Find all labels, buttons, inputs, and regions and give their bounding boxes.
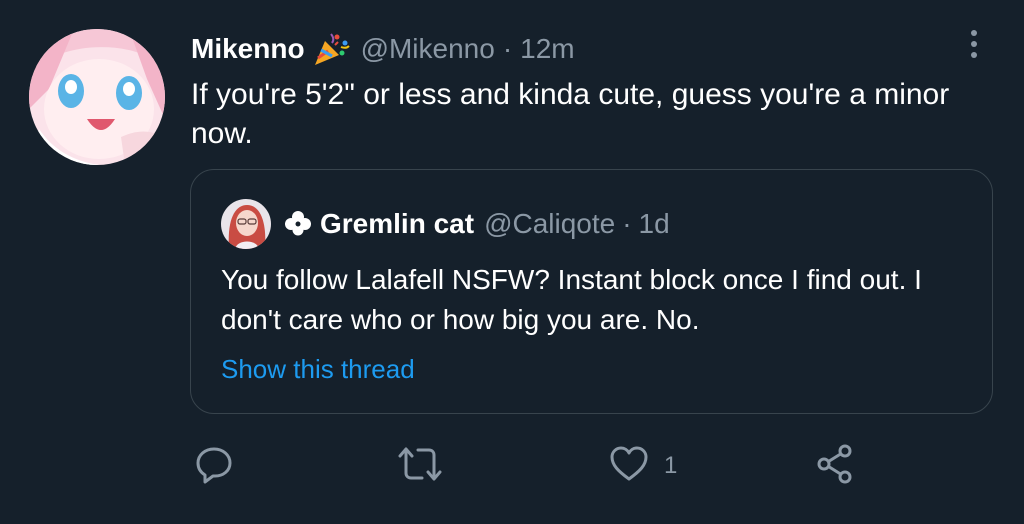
like-count: 1 [664, 452, 678, 479]
action-bar: 1 [0, 443, 1024, 493]
retweet-icon [396, 443, 444, 490]
quoted-separator-dot: · [622, 208, 632, 239]
tweet-text: If you're 5'2" or less and kinda cute, g… [191, 78, 950, 150]
share-button[interactable] [814, 443, 856, 489]
heart-icon [608, 443, 650, 490]
show-thread-link[interactable]: Show this thread [221, 354, 415, 385]
tweet[interactable]: Mikenno @Mikenno · 12m If you're 5'2" or… [0, 0, 1024, 524]
quoted-author-name[interactable]: Gremlin cat [320, 208, 474, 240]
avatar[interactable] [29, 29, 165, 165]
reply-button[interactable] [193, 443, 235, 489]
author-handle[interactable]: @Mikenno [361, 33, 495, 65]
quoted-avatar[interactable] [221, 199, 271, 249]
avatar-image [29, 29, 165, 165]
clover-icon [283, 209, 313, 239]
quoted-avatar-image [221, 199, 271, 249]
quoted-author-handle[interactable]: @Caliqote [484, 208, 615, 240]
quoted-timestamp[interactable]: 1d [639, 208, 670, 240]
share-icon [814, 443, 856, 490]
tweet-header: Mikenno @Mikenno · 12m [191, 31, 575, 67]
quoted-tweet-text: You follow Lalafell NSFW? Instant block … [221, 264, 922, 335]
reply-icon [193, 443, 235, 490]
party-popper-icon [311, 31, 351, 67]
author-name[interactable]: Mikenno [191, 33, 305, 65]
retweet-button[interactable] [396, 443, 444, 489]
tweet-timestamp[interactable]: 12m [520, 33, 574, 65]
quoted-tweet-header: Gremlin cat @Caliqote · 1d [283, 204, 670, 244]
like-button[interactable]: 1 [608, 443, 677, 489]
separator-dot: · [502, 33, 513, 64]
more-options-icon[interactable] [962, 25, 986, 65]
quoted-tweet[interactable]: Gremlin cat @Caliqote · 1d You follow La… [190, 169, 993, 414]
